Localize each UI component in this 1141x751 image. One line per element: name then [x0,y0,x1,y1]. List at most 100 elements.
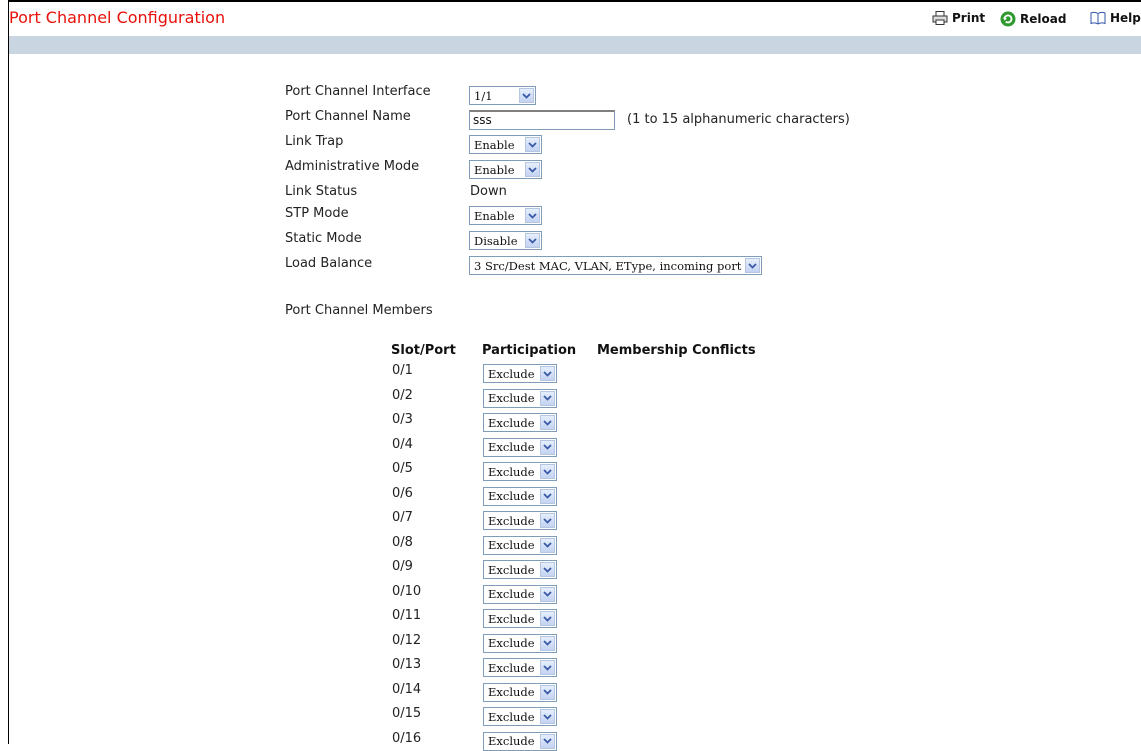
member-participation-select-7[interactable]: Exclude [483,511,557,530]
static-mode-select[interactable]: Disable [469,231,542,250]
page-left-border [8,0,9,744]
reload-button[interactable]: Reload [1000,11,1066,27]
name-hint: (1 to 15 alphanumeric characters) [627,112,850,127]
member-participation-value: Exclude [488,440,535,454]
member-participation-select-2[interactable]: Exclude [483,388,557,408]
admin-mode-select[interactable]: Enable [469,160,542,179]
help-button[interactable]: Help [1090,11,1141,25]
interface-select[interactable]: 1/1 [469,86,536,105]
member-port-4: 0/4 [392,436,413,452]
chevron-down-icon [540,611,555,626]
admin-mode-label: Administrative Mode [285,159,420,174]
members-section-label: Port Channel Members [285,303,433,318]
member-participation-select-6[interactable]: Exclude [483,486,557,506]
member-participation-select-14[interactable]: Exclude [483,682,557,702]
member-participation-select-1[interactable]: Exclude [483,364,557,383]
col-header-slot-port: Slot/Port [391,343,456,358]
member-participation-select-5[interactable]: Exclude [483,462,557,481]
member-participation-value: Exclude [488,636,535,650]
member-port-13: 0/13 [392,657,422,672]
member-port-6: 0/6 [392,485,413,501]
member-participation-value: Exclude [488,366,535,381]
print-button[interactable]: Print [932,11,985,25]
chevron-down-icon [540,415,555,430]
member-port-14: 0/14 [392,681,422,697]
chevron-down-icon [540,586,555,602]
interface-select-value: 1/1 [474,88,493,103]
stp-mode-label: STP Mode [285,206,349,221]
load-balance-label: Load Balance [285,256,373,271]
member-port-3: 0/3 [392,412,413,427]
col-header-membership-conflicts: Membership Conflicts [597,343,756,358]
chevron-down-icon [525,233,540,248]
link-trap-label: Link Trap [285,134,344,149]
chevron-down-icon [540,660,555,675]
member-port-12: 0/12 [392,632,422,648]
link-status-value: Down [470,184,507,199]
member-port-10: 0/10 [392,583,422,599]
member-participation-select-13[interactable]: Exclude [483,658,557,677]
member-participation-value: Exclude [488,464,535,479]
stp-mode-select[interactable]: Enable [469,206,542,225]
member-port-1: 0/1 [392,363,413,378]
admin-mode-select-value: Enable [474,162,515,177]
chevron-down-icon [540,439,555,455]
help-book-icon [1090,11,1106,25]
chevron-down-icon [525,137,540,152]
link-trap-select-value: Enable [474,137,515,152]
col-header-participation: Participation [482,343,577,358]
name-input[interactable]: sss [469,110,615,130]
member-port-8: 0/8 [392,534,413,550]
member-participation-value: Exclude [488,709,535,724]
link-status-label: Link Status [285,184,358,199]
member-participation-value: Exclude [488,538,535,552]
interface-label: Port Channel Interface [285,84,431,99]
member-participation-select-10[interactable]: Exclude [483,584,557,604]
member-participation-select-11[interactable]: Exclude [483,609,557,628]
print-label: Print [952,11,986,25]
member-port-11: 0/11 [392,608,422,623]
member-participation-value: Exclude [488,415,535,430]
member-port-16: 0/16 [392,730,422,746]
member-port-9: 0/9 [392,559,413,574]
member-participation-select-16[interactable]: Exclude [483,731,557,751]
member-participation-select-4[interactable]: Exclude [483,437,557,457]
chevron-down-icon [540,709,555,724]
chevron-down-icon [540,684,555,700]
chevron-down-icon [540,537,555,553]
chevron-down-icon [540,635,555,651]
static-mode-label: Static Mode [285,231,362,246]
member-participation-select-8[interactable]: Exclude [483,535,557,555]
member-participation-value: Exclude [488,587,535,601]
member-participation-value: Exclude [488,685,535,699]
member-participation-select-15[interactable]: Exclude [483,707,557,726]
member-participation-value: Exclude [488,660,535,675]
member-port-7: 0/7 [392,510,413,525]
chevron-down-icon [745,258,760,273]
member-participation-select-9[interactable]: Exclude [483,560,557,579]
reload-icon [1000,11,1016,27]
page-header: Port Channel Configuration Print Reload [9,0,1141,36]
member-port-5: 0/5 [392,461,413,476]
member-participation-value: Exclude [488,513,535,528]
chevron-down-icon [525,208,540,223]
chevron-down-icon [540,513,555,528]
help-label: Help [1110,11,1141,25]
chevron-down-icon [540,366,555,381]
member-participation-value: Exclude [488,734,535,748]
member-port-15: 0/15 [392,706,422,721]
member-participation-select-12[interactable]: Exclude [483,633,557,653]
chevron-down-icon [540,464,555,479]
member-participation-value: Exclude [488,562,535,577]
member-participation-select-3[interactable]: Exclude [483,413,557,432]
member-participation-value: Exclude [488,611,535,626]
load-balance-select[interactable]: 3 Src/Dest MAC, VLAN, EType, incoming po… [469,256,762,275]
stp-mode-select-value: Enable [474,208,515,223]
chevron-down-icon [540,488,555,504]
link-trap-select[interactable]: Enable [469,135,542,154]
chevron-down-icon [525,162,540,177]
member-participation-value: Exclude [488,489,535,503]
chevron-down-icon [540,562,555,577]
static-mode-select-value: Disable [474,233,518,248]
name-label: Port Channel Name [285,109,411,124]
